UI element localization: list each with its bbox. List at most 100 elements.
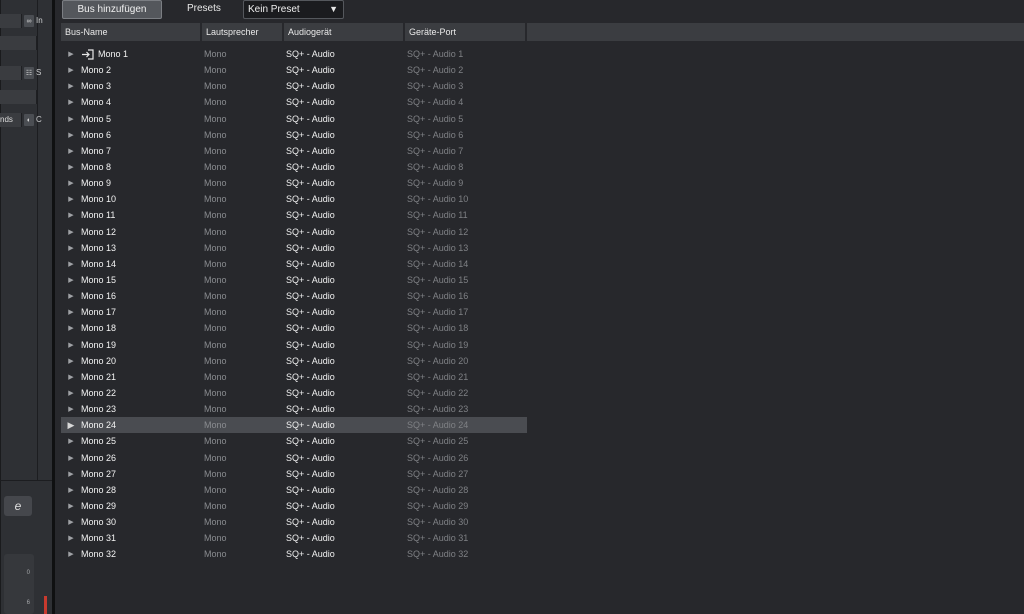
- device-port-cell[interactable]: SQ+ - Audio 31: [407, 533, 527, 543]
- speaker-cell[interactable]: Mono: [204, 227, 286, 237]
- bus-name-cell[interactable]: Mono 26: [81, 453, 204, 463]
- expand-arrow-icon[interactable]: ▶: [61, 420, 81, 431]
- table-row[interactable]: ▶ Mono 30 Mono SQ+ - Audio SQ+ - Audio 30: [61, 514, 527, 530]
- expand-arrow-icon[interactable]: ▶: [61, 50, 81, 58]
- device-port-cell[interactable]: SQ+ - Audio 1: [407, 49, 527, 59]
- speaker-cell[interactable]: Mono: [204, 65, 286, 75]
- bus-name-cell[interactable]: Mono 21: [81, 372, 204, 382]
- bus-name-cell[interactable]: Mono 31: [81, 533, 204, 543]
- expand-arrow-icon[interactable]: ▶: [61, 163, 81, 171]
- table-row[interactable]: ▶ Mono 7 Mono SQ+ - Audio SQ+ - Audio 7: [61, 143, 527, 159]
- speaker-cell[interactable]: Mono: [204, 259, 286, 269]
- bus-name-cell[interactable]: Mono 23: [81, 404, 204, 414]
- audio-device-cell[interactable]: SQ+ - Audio: [286, 501, 407, 511]
- table-row[interactable]: ▶ Mono 25 Mono SQ+ - Audio SQ+ - Audio 25: [61, 433, 527, 449]
- table-row[interactable]: ▶ Mono 22 Mono SQ+ - Audio SQ+ - Audio 22: [61, 385, 527, 401]
- audio-device-cell[interactable]: SQ+ - Audio: [286, 49, 407, 59]
- strip-tag[interactable]: In: [34, 14, 43, 28]
- speaker-cell[interactable]: Mono: [204, 97, 286, 107]
- expand-arrow-icon[interactable]: ▶: [61, 534, 81, 542]
- expand-arrow-icon[interactable]: ▶: [61, 115, 81, 123]
- bus-name-cell[interactable]: Mono 20: [81, 356, 204, 366]
- column-header-device-port[interactable]: Geräte-Port: [405, 23, 527, 41]
- table-row[interactable]: ▶ Mono 26 Mono SQ+ - Audio SQ+ - Audio 26: [61, 450, 527, 466]
- bus-name-cell[interactable]: Mono 16: [81, 291, 204, 301]
- table-row[interactable]: ▶ Mono 11 Mono SQ+ - Audio SQ+ - Audio 11: [61, 207, 527, 223]
- expand-arrow-icon[interactable]: ▶: [61, 228, 81, 236]
- speaker-cell[interactable]: Mono: [204, 436, 286, 446]
- bus-name-cell[interactable]: Mono 24: [81, 420, 204, 430]
- table-row[interactable]: ▶ Mono 10 Mono SQ+ - Audio SQ+ - Audio 10: [61, 191, 527, 207]
- audio-device-cell[interactable]: SQ+ - Audio: [286, 291, 407, 301]
- table-row[interactable]: ▶ Mono 31 Mono SQ+ - Audio SQ+ - Audio 31: [61, 530, 527, 546]
- speaker-cell[interactable]: Mono: [204, 453, 286, 463]
- audio-device-cell[interactable]: SQ+ - Audio: [286, 420, 407, 430]
- device-port-cell[interactable]: SQ+ - Audio 30: [407, 517, 527, 527]
- audio-device-cell[interactable]: SQ+ - Audio: [286, 227, 407, 237]
- speaker-cell[interactable]: Mono: [204, 485, 286, 495]
- device-port-cell[interactable]: SQ+ - Audio 24: [407, 420, 527, 430]
- expand-arrow-icon[interactable]: ▶: [61, 486, 81, 494]
- device-port-cell[interactable]: SQ+ - Audio 22: [407, 388, 527, 398]
- device-port-cell[interactable]: SQ+ - Audio 4: [407, 97, 527, 107]
- bus-name-cell[interactable]: Mono 22: [81, 388, 204, 398]
- speaker-cell[interactable]: Mono: [204, 49, 286, 59]
- audio-device-cell[interactable]: SQ+ - Audio: [286, 549, 407, 559]
- bus-name-cell[interactable]: Mono 30: [81, 517, 204, 527]
- expand-arrow-icon[interactable]: ▶: [61, 292, 81, 300]
- sends-label[interactable]: nds: [0, 113, 22, 127]
- device-port-cell[interactable]: SQ+ - Audio 3: [407, 81, 527, 91]
- audio-device-cell[interactable]: SQ+ - Audio: [286, 356, 407, 366]
- device-port-cell[interactable]: SQ+ - Audio 32: [407, 549, 527, 559]
- speaker-cell[interactable]: Mono: [204, 420, 286, 430]
- expand-arrow-icon[interactable]: ▶: [61, 147, 81, 155]
- expand-arrow-icon[interactable]: ▶: [61, 454, 81, 462]
- device-port-cell[interactable]: SQ+ - Audio 9: [407, 178, 527, 188]
- audio-device-cell[interactable]: SQ+ - Audio: [286, 404, 407, 414]
- bus-name-cell[interactable]: Mono 4: [81, 97, 204, 107]
- audio-device-cell[interactable]: SQ+ - Audio: [286, 97, 407, 107]
- audio-device-cell[interactable]: SQ+ - Audio: [286, 243, 407, 253]
- speaker-cell[interactable]: Mono: [204, 533, 286, 543]
- audio-device-cell[interactable]: SQ+ - Audio: [286, 130, 407, 140]
- audio-device-cell[interactable]: SQ+ - Audio: [286, 162, 407, 172]
- table-row[interactable]: ▶ Mono 9 Mono SQ+ - Audio SQ+ - Audio 9: [61, 175, 527, 191]
- column-header-bus-name[interactable]: Bus-Name: [61, 23, 202, 41]
- expand-arrow-icon[interactable]: ▶: [61, 357, 81, 365]
- half-circle-icon[interactable]: ◐: [24, 114, 34, 126]
- device-port-cell[interactable]: SQ+ - Audio 27: [407, 469, 527, 479]
- expand-arrow-icon[interactable]: ▶: [61, 276, 81, 284]
- table-row[interactable]: ▶ Mono 14 Mono SQ+ - Audio SQ+ - Audio 14: [61, 256, 527, 272]
- speaker-cell[interactable]: Mono: [204, 372, 286, 382]
- speaker-cell[interactable]: Mono: [204, 307, 286, 317]
- audio-device-cell[interactable]: SQ+ - Audio: [286, 469, 407, 479]
- table-row[interactable]: ▶ Mono 29 Mono SQ+ - Audio SQ+ - Audio 29: [61, 498, 527, 514]
- speaker-cell[interactable]: Mono: [204, 501, 286, 511]
- speaker-cell[interactable]: Mono: [204, 275, 286, 285]
- table-row[interactable]: ▶ Mono 20 Mono SQ+ - Audio SQ+ - Audio 20: [61, 353, 527, 369]
- preset-select[interactable]: Kein Preset ▼: [243, 0, 344, 19]
- expand-arrow-icon[interactable]: ▶: [61, 131, 81, 139]
- device-port-cell[interactable]: SQ+ - Audio 14: [407, 259, 527, 269]
- audio-device-cell[interactable]: SQ+ - Audio: [286, 81, 407, 91]
- expand-arrow-icon[interactable]: ▶: [61, 195, 81, 203]
- speaker-cell[interactable]: Mono: [204, 210, 286, 220]
- device-port-cell[interactable]: SQ+ - Audio 25: [407, 436, 527, 446]
- table-row[interactable]: ▶ Mono 18 Mono SQ+ - Audio SQ+ - Audio 18: [61, 320, 527, 336]
- column-header-speaker[interactable]: Lautsprecher: [202, 23, 284, 41]
- edit-channel-button[interactable]: e: [4, 496, 32, 516]
- audio-device-cell[interactable]: SQ+ - Audio: [286, 307, 407, 317]
- expand-arrow-icon[interactable]: ▶: [61, 244, 81, 252]
- expand-arrow-icon[interactable]: ▶: [61, 437, 81, 445]
- bus-name-cell[interactable]: Mono 9: [81, 178, 204, 188]
- expand-arrow-icon[interactable]: ▶: [61, 98, 81, 106]
- fader-scale[interactable]: 0 6: [4, 554, 34, 614]
- audio-device-cell[interactable]: SQ+ - Audio: [286, 533, 407, 543]
- table-row[interactable]: ▶ Mono 4 Mono SQ+ - Audio SQ+ - Audio 4: [61, 94, 527, 110]
- speaker-cell[interactable]: Mono: [204, 340, 286, 350]
- device-port-cell[interactable]: SQ+ - Audio 23: [407, 404, 527, 414]
- audio-device-cell[interactable]: SQ+ - Audio: [286, 178, 407, 188]
- strip-tag[interactable]: S: [34, 66, 41, 80]
- device-port-cell[interactable]: SQ+ - Audio 8: [407, 162, 527, 172]
- table-row[interactable]: ▶ Mono 3 Mono SQ+ - Audio SQ+ - Audio 3: [61, 78, 527, 94]
